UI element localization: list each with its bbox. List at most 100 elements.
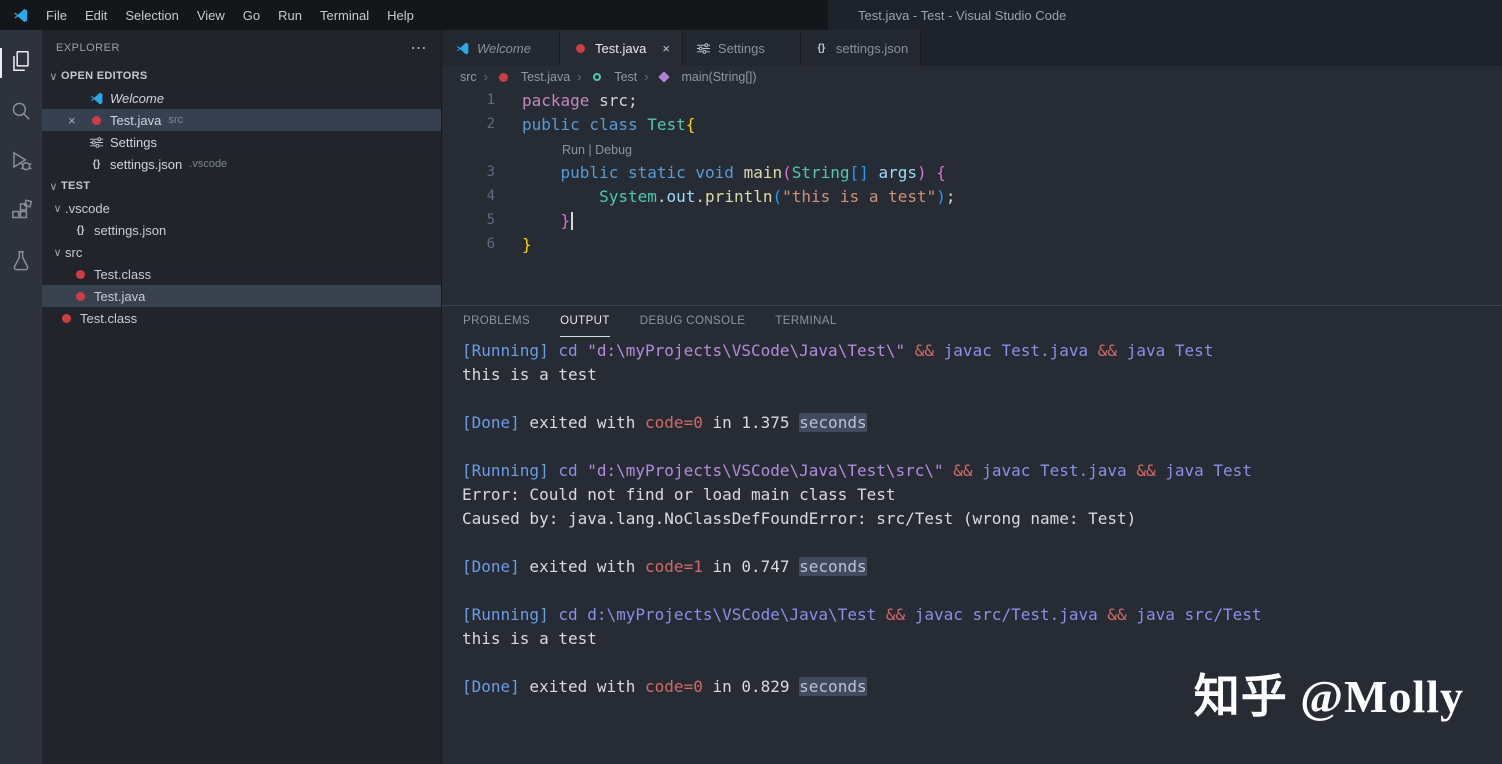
- open-editor-settings[interactable]: Settings: [42, 131, 441, 153]
- java-icon: [88, 112, 105, 128]
- output-segment: cd: [558, 461, 587, 480]
- output-segment: javac Test.java: [934, 341, 1098, 360]
- tree-item-test-class[interactable]: Test.class: [42, 263, 441, 285]
- output-segment: &&: [953, 461, 972, 480]
- line-number: 2: [442, 116, 495, 132]
- settings-icon: [695, 40, 712, 56]
- code-line-codelens[interactable]: Run | Debug: [442, 136, 1502, 160]
- menu-file[interactable]: File: [37, 8, 76, 23]
- activity-explorer[interactable]: [0, 38, 42, 88]
- panel-tab-problems[interactable]: PROBLEMS: [463, 306, 530, 337]
- breadcrumb-label: main(String[]): [681, 70, 756, 84]
- open-editor-settings-json[interactable]: {}settings.json.vscode: [42, 153, 441, 175]
- breadcrumb-src[interactable]: src: [460, 70, 477, 84]
- menu-go[interactable]: Go: [234, 8, 269, 23]
- output-segment: &&: [915, 341, 934, 360]
- open-editor-welcome[interactable]: Welcome: [42, 87, 441, 109]
- tree-item-test-java[interactable]: Test.java: [42, 285, 441, 307]
- code-line-content: }: [495, 235, 532, 254]
- output-segment: cd: [558, 341, 587, 360]
- code-line-content: public class Test{: [495, 115, 695, 134]
- open-editor-test-java[interactable]: × Test.java src: [42, 109, 441, 131]
- breadcrumb-test[interactable]: Test: [588, 69, 637, 85]
- panel-tab-terminal[interactable]: TERMINAL: [775, 306, 836, 337]
- output-segment: [Done]: [462, 557, 520, 576]
- workspace-header[interactable]: ∨ TEST: [42, 175, 441, 197]
- more-actions-icon[interactable]: ⋯: [411, 38, 428, 58]
- tab-settings-json[interactable]: {}settings.json: [801, 30, 921, 66]
- panel-tab-output[interactable]: OUTPUT: [560, 306, 610, 337]
- open-editors-header[interactable]: ∨ OPEN EDITORS: [42, 65, 441, 87]
- close-icon[interactable]: ×: [68, 113, 88, 128]
- line-number: 5: [442, 212, 495, 228]
- editor-group: WelcomeTest.java×Settings{}settings.json…: [442, 30, 1502, 764]
- menu-view[interactable]: View: [188, 8, 234, 23]
- main-area: EXPLORER ⋯ ∨ OPEN EDITORS Welcome×Test.j…: [0, 30, 1502, 764]
- path-badge: src: [168, 114, 183, 126]
- code-token: System: [599, 187, 657, 206]
- watermark: 知乎 @Molly: [1194, 660, 1464, 726]
- tab-welcome[interactable]: Welcome: [442, 30, 560, 66]
- files-icon: [8, 48, 34, 79]
- breadcrumb-label: Test.java: [521, 70, 570, 84]
- code-line-5[interactable]: 5 }: [442, 208, 1502, 232]
- sidebar-title: EXPLORER: [56, 42, 120, 54]
- tree-item-vscode[interactable]: ∨.vscode: [42, 197, 441, 219]
- code-token: }: [522, 235, 532, 254]
- output-segment: "d:\myProjects\VSCode\Java\Test\": [587, 341, 905, 360]
- activity-search[interactable]: [0, 88, 42, 138]
- codelens-debug-link[interactable]: Debug: [595, 143, 632, 157]
- open-editors-list: Welcome × Test.java src Settings{}settings.j…: [42, 87, 441, 175]
- code-line-1[interactable]: 1package src;: [442, 88, 1502, 112]
- file-tree: ∨.vscode{}settings.json∨srcTest.classTes…: [42, 197, 441, 329]
- tab-test-java[interactable]: Test.java×: [560, 30, 683, 66]
- output-segment: code=0: [645, 677, 703, 696]
- output-segment: cd d:\myProjects\VSCode\Java\Test: [558, 605, 886, 624]
- menu-help[interactable]: Help: [378, 8, 423, 23]
- code-token: String: [792, 163, 850, 182]
- breadcrumb-separator: ›: [570, 70, 588, 84]
- java-icon: [72, 288, 89, 304]
- tree-item-settings-json[interactable]: {}settings.json: [42, 219, 441, 241]
- close-icon[interactable]: ×: [662, 41, 670, 56]
- panel-tab-debug-console[interactable]: DEBUG CONSOLE: [640, 306, 746, 337]
- code-token: [927, 163, 937, 182]
- chevron-down-icon: ∨: [46, 70, 61, 83]
- code-line-2[interactable]: 2public class Test{: [442, 112, 1502, 136]
- tab-settings[interactable]: Settings: [683, 30, 801, 66]
- menu-edit[interactable]: Edit: [76, 8, 116, 23]
- tab-label: Settings: [718, 41, 765, 56]
- codelens: Run | Debug: [562, 143, 632, 157]
- settings-icon: [88, 134, 105, 150]
- menu-selection[interactable]: Selection: [116, 8, 187, 23]
- output-line: this is a test: [462, 363, 1502, 387]
- output-segment: [944, 461, 954, 480]
- tree-item-test-class[interactable]: Test.class: [42, 307, 441, 329]
- activity-testing[interactable]: [0, 238, 42, 288]
- code-token: args: [878, 163, 917, 182]
- menu-terminal[interactable]: Terminal: [311, 8, 378, 23]
- open-editor-label: Test.java: [110, 113, 161, 128]
- path-badge: .vscode: [189, 158, 227, 170]
- tree-item-label: .vscode: [65, 201, 110, 216]
- activity-run-debug[interactable]: [0, 138, 42, 188]
- menu-run[interactable]: Run: [269, 8, 311, 23]
- tree-item-src[interactable]: ∨src: [42, 241, 441, 263]
- line-number: 3: [442, 164, 495, 180]
- output-line: this is a test: [462, 627, 1502, 651]
- codelens-run-link[interactable]: Run: [562, 143, 585, 157]
- breadcrumb-test-java[interactable]: Test.java: [495, 69, 570, 85]
- output-segment: this is a test: [462, 365, 597, 384]
- breadcrumb-main-string[interactable]: main(String[]): [655, 69, 756, 85]
- code-editor[interactable]: 1package src;2public class Test{Run | De…: [442, 88, 1502, 305]
- activity-extensions[interactable]: [0, 188, 42, 238]
- output-segment: &&: [1107, 605, 1126, 624]
- line-number: 4: [442, 188, 495, 204]
- code-token: out: [667, 187, 696, 206]
- code-line-4[interactable]: 4 System.out.println("this is a test");: [442, 184, 1502, 208]
- code-token: package: [522, 91, 599, 110]
- code-line-6[interactable]: 6}: [442, 232, 1502, 256]
- tree-item-label: Test.java: [94, 289, 145, 304]
- code-line-3[interactable]: 3 public static void main(String[] args)…: [442, 160, 1502, 184]
- output-line: [Running] cd "d:\myProjects\VSCode\Java\…: [462, 459, 1502, 483]
